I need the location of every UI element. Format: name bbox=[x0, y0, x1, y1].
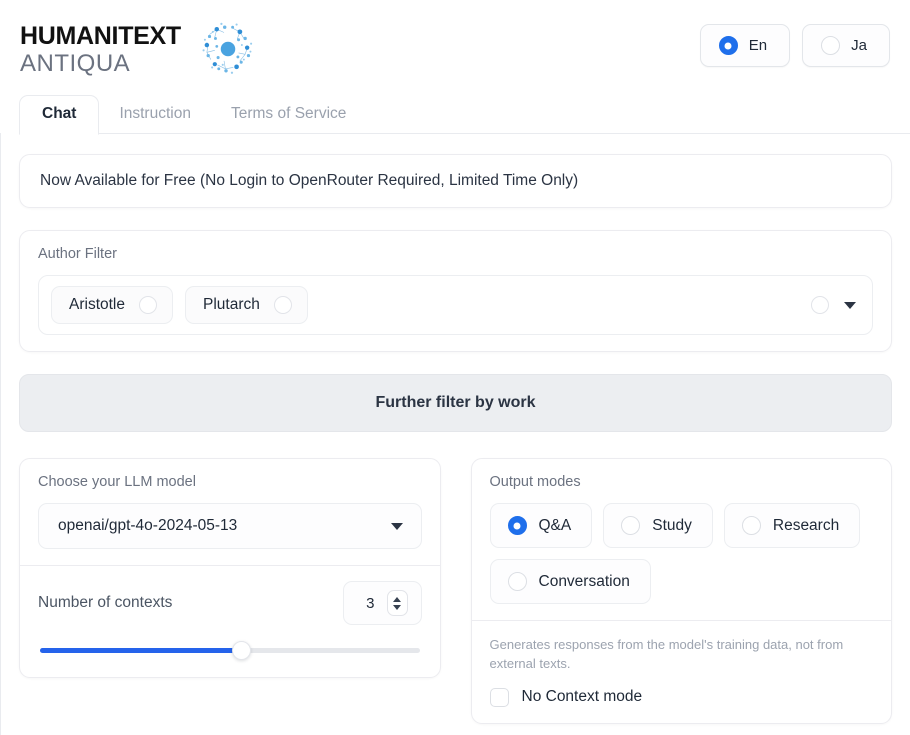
contexts-value: 3 bbox=[366, 595, 374, 612]
brand-name-primary: HUMANITEXT bbox=[20, 24, 181, 49]
tab-bar[interactable]: Chat Instruction Terms of Service bbox=[0, 92, 910, 134]
output-mode-qa[interactable]: Q&A bbox=[490, 503, 593, 548]
number-of-contexts-stepper[interactable]: 3 bbox=[343, 581, 421, 625]
circle-remove-icon[interactable] bbox=[274, 296, 292, 314]
author-filter-input[interactable]: Aristotle Plutarch bbox=[38, 275, 873, 335]
slider-track-fill bbox=[40, 648, 241, 653]
radio-icon-conversation[interactable] bbox=[508, 572, 527, 591]
output-mode-study[interactable]: Study bbox=[603, 503, 713, 548]
circle-remove-icon[interactable] bbox=[139, 296, 157, 314]
tab-terms-of-service[interactable]: Terms of Service bbox=[211, 95, 366, 134]
settings-columns: Choose your LLM model openai/gpt-4o-2024… bbox=[19, 458, 892, 724]
no-context-section: Generates responses from the model's tra… bbox=[472, 621, 892, 723]
slider-thumb[interactable] bbox=[232, 641, 251, 660]
no-context-mode-label: No Context mode bbox=[522, 688, 643, 706]
radio-icon-study[interactable] bbox=[621, 516, 640, 535]
language-label-en: En bbox=[749, 37, 767, 54]
author-tag-aristotle[interactable]: Aristotle bbox=[51, 286, 173, 324]
brand-logo: HUMANITEXT ANTIQUA bbox=[20, 14, 261, 82]
output-modes-panel: Output modes Q&A Study Research bbox=[471, 458, 893, 724]
author-tag-label: Plutarch bbox=[203, 296, 260, 314]
output-mode-label: Study bbox=[652, 517, 692, 535]
radio-icon-en[interactable] bbox=[719, 36, 738, 55]
output-mode-conversation[interactable]: Conversation bbox=[490, 559, 651, 604]
output-mode-research[interactable]: Research bbox=[724, 503, 860, 548]
brand-name-secondary: ANTIQUA bbox=[20, 52, 181, 76]
promo-banner: Now Available for Free (No Login to Open… bbox=[19, 154, 892, 208]
brand-wordmark: HUMANITEXT ANTIQUA bbox=[20, 20, 181, 76]
no-context-mode-row[interactable]: No Context mode bbox=[490, 688, 874, 707]
output-mode-options[interactable]: Q&A Study Research Conversation bbox=[490, 503, 874, 604]
author-tag-plutarch[interactable]: Plutarch bbox=[185, 286, 308, 324]
language-switcher[interactable]: En Ja bbox=[700, 24, 890, 67]
output-modes-label: Output modes bbox=[490, 474, 874, 490]
author-filter-card: Author Filter Aristotle Plutarch bbox=[19, 230, 892, 352]
language-label-ja: Ja bbox=[851, 37, 867, 54]
number-of-contexts-label: Number of contexts bbox=[38, 594, 172, 612]
llm-model-select[interactable]: openai/gpt-4o-2024-05-13 bbox=[38, 503, 422, 549]
further-filter-by-work-button[interactable]: Further filter by work bbox=[19, 374, 892, 432]
language-option-en[interactable]: En bbox=[700, 24, 790, 67]
chevron-down-icon[interactable] bbox=[393, 605, 401, 610]
tab-instruction[interactable]: Instruction bbox=[99, 95, 211, 134]
checkbox-icon-no-context[interactable] bbox=[490, 688, 509, 707]
output-mode-label: Research bbox=[773, 517, 839, 535]
author-filter-label: Author Filter bbox=[38, 246, 873, 262]
llm-model-panel: Choose your LLM model openai/gpt-4o-2024… bbox=[19, 458, 441, 678]
contexts-section: Number of contexts 3 bbox=[20, 566, 440, 677]
author-tag-label: Aristotle bbox=[69, 296, 125, 314]
chevron-down-icon[interactable] bbox=[844, 302, 856, 309]
number-of-contexts-slider[interactable] bbox=[40, 641, 420, 659]
radio-icon-qa[interactable] bbox=[508, 516, 527, 535]
output-modes-section: Output modes Q&A Study Research bbox=[472, 459, 892, 620]
language-option-ja[interactable]: Ja bbox=[802, 24, 890, 67]
circle-clear-icon[interactable] bbox=[811, 296, 829, 314]
contexts-row: Number of contexts 3 bbox=[38, 581, 422, 625]
output-mode-label: Conversation bbox=[539, 573, 630, 591]
llm-model-selected-value: openai/gpt-4o-2024-05-13 bbox=[58, 517, 237, 535]
radio-icon-research[interactable] bbox=[742, 516, 761, 535]
output-mode-label: Q&A bbox=[539, 517, 572, 535]
no-context-help-text: Generates responses from the model's tra… bbox=[490, 636, 874, 674]
chevron-up-icon[interactable] bbox=[393, 597, 401, 602]
tab-chat[interactable]: Chat bbox=[19, 95, 99, 135]
llm-model-label: Choose your LLM model bbox=[38, 474, 422, 490]
stepper-buttons[interactable] bbox=[387, 590, 408, 616]
app-header: HUMANITEXT ANTIQUA bbox=[0, 0, 910, 92]
radio-icon-ja[interactable] bbox=[821, 36, 840, 55]
tab-content-chat: Now Available for Free (No Login to Open… bbox=[0, 134, 910, 735]
network-nodes-circle-icon bbox=[195, 16, 261, 82]
model-select-section: Choose your LLM model openai/gpt-4o-2024… bbox=[20, 459, 440, 565]
chevron-down-icon[interactable] bbox=[391, 523, 403, 530]
